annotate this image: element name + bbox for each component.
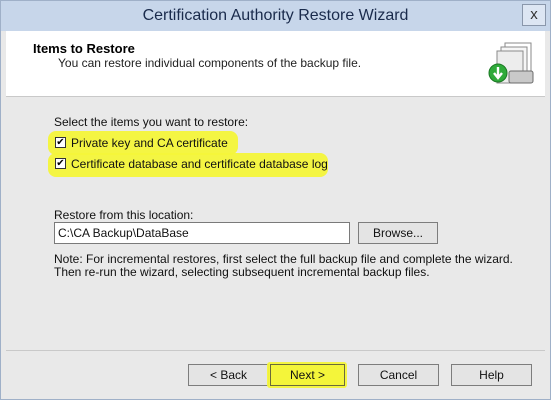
checkbox-private-key-label[interactable]: Private key and CA certificate [71, 136, 228, 150]
close-button[interactable]: x [522, 4, 546, 26]
browse-button[interactable]: Browse... [358, 222, 438, 244]
footer-divider [6, 350, 545, 351]
backup-restore-icon [488, 42, 534, 84]
location-label: Restore from this location: [54, 208, 194, 222]
page-title: Items to Restore [33, 41, 135, 56]
title-bar[interactable]: Certification Authority Restore Wizard x [1, 1, 550, 31]
checkbox-certificate-database[interactable]: ✔ [55, 158, 66, 169]
back-button[interactable]: < Back [188, 364, 269, 386]
help-button[interactable]: Help [451, 364, 532, 386]
note-text-line1: Note: For incremental restores, first se… [54, 252, 513, 266]
restore-location-input[interactable]: C:\CA Backup\DataBase [54, 222, 350, 244]
window-title: Certification Authority Restore Wizard [142, 7, 409, 24]
wizard-body: Select the items you want to restore: ✔ … [6, 97, 545, 351]
wizard-window: Certification Authority Restore Wizard x… [0, 0, 551, 400]
page-subtitle: You can restore individual components of… [58, 56, 362, 70]
next-button[interactable]: Next > [270, 364, 345, 386]
checkbox-private-key[interactable]: ✔ [55, 137, 66, 148]
wizard-header: Items to Restore You can restore individ… [6, 31, 545, 97]
select-items-label: Select the items you want to restore: [54, 115, 249, 129]
note-text-line2: Then re-run the wizard, selecting subseq… [54, 265, 430, 279]
checkbox-certificate-database-label[interactable]: Certificate database and certificate dat… [71, 157, 328, 171]
cancel-button[interactable]: Cancel [358, 364, 439, 386]
